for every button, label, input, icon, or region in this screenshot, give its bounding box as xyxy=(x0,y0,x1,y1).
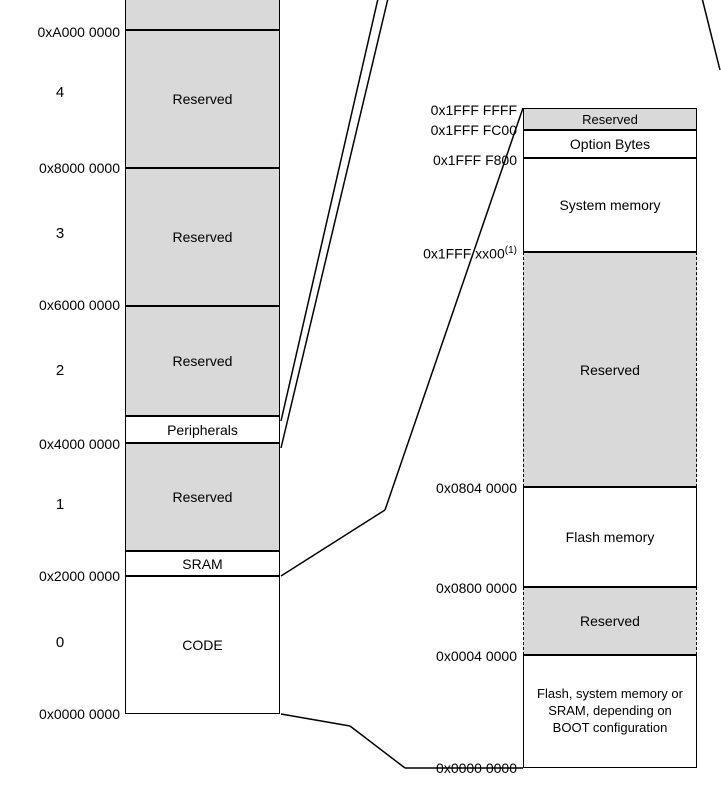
right-block-system-memory: System memory xyxy=(523,158,697,252)
region-2: 2 xyxy=(50,362,70,379)
right-block-option-bytes: Option Bytes xyxy=(523,130,697,158)
raddr-0004: 0x0004 0000 xyxy=(436,648,517,664)
addr-a000: 0xA000 0000 xyxy=(37,24,120,40)
raddr-0804: 0x0804 0000 xyxy=(436,480,517,496)
addr-8000: 0x8000 0000 xyxy=(39,160,120,176)
right-block-reserved-top: Reserved xyxy=(523,108,697,130)
addr-6000: 0x6000 0000 xyxy=(39,297,120,313)
left-block-sram: SRAM xyxy=(125,551,280,576)
right-block-reserved-mid: Reserved xyxy=(523,252,697,487)
right-block-boot: Flash, system memory or SRAM, depending … xyxy=(523,655,697,768)
left-block-reserved-2: Reserved xyxy=(125,306,280,416)
addr-4000: 0x4000 0000 xyxy=(39,436,120,452)
left-block-reserved-4: Reserved xyxy=(125,30,280,168)
raddr-ffff: 0x1FFF FFFF xyxy=(431,102,517,118)
raddr-0000: 0x0000 0000 xyxy=(436,760,517,776)
region-1: 1 xyxy=(50,496,70,513)
left-block-peripherals: Peripherals xyxy=(125,416,280,443)
raddr-0800: 0x0800 0000 xyxy=(436,580,517,596)
region-0: 0 xyxy=(50,634,70,651)
raddr-xx00: 0x1FFF xx00(1) xyxy=(423,245,517,262)
right-block-reserved-low: Reserved xyxy=(523,587,697,655)
left-block-code: CODE xyxy=(125,576,280,714)
region-4: 4 xyxy=(50,84,70,101)
left-block-top-partial xyxy=(125,0,280,30)
left-block-reserved-1: Reserved xyxy=(125,443,280,551)
left-block-reserved-3: Reserved xyxy=(125,168,280,306)
raddr-xx00-text: 0x1FFF xx00 xyxy=(423,246,505,262)
region-3: 3 xyxy=(50,225,70,242)
raddr-fc00: 0x1FFF FC00 xyxy=(431,122,517,138)
right-block-flash-memory: Flash memory xyxy=(523,487,697,587)
raddr-xx00-sup: (1) xyxy=(505,245,517,256)
addr-0000: 0x0000 0000 xyxy=(39,706,120,722)
raddr-f800: 0x1FFF F800 xyxy=(433,152,517,168)
addr-2000: 0x2000 0000 xyxy=(39,568,120,584)
